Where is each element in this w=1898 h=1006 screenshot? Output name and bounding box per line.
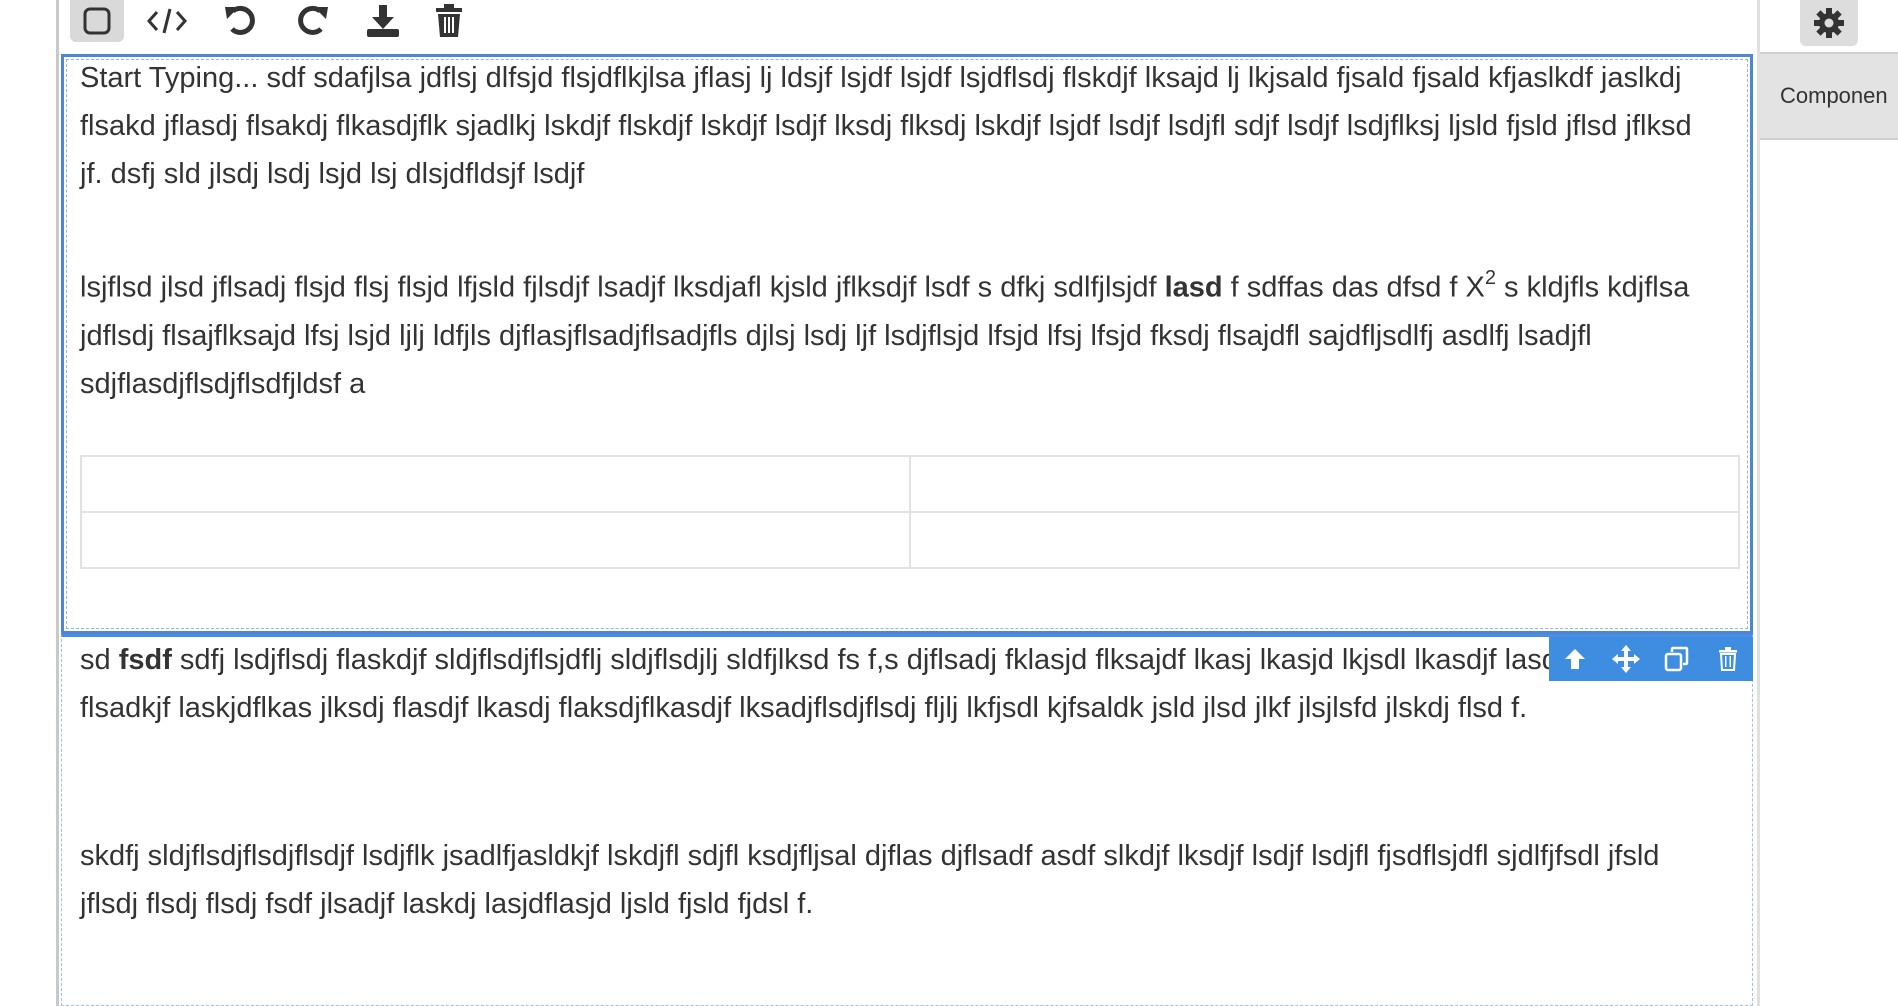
text-paragraph[interactable]: skdfj sldjflsdjflsdjflsdjf lsdjflk jsadl… [80, 832, 1720, 928]
gear-icon [1814, 8, 1844, 38]
move-block-button[interactable] [1606, 639, 1646, 679]
text-paragraph[interactable]: Start Typing... sdf sdafjlsa jdflsj dlfs… [80, 54, 1720, 198]
superscript-text: 2 [1484, 267, 1496, 289]
view-components-button[interactable] [70, 0, 124, 42]
arrow-up-icon [1564, 649, 1585, 669]
download-icon [367, 5, 399, 37]
left-rail [0, 0, 56, 1006]
content-table[interactable] [80, 455, 1740, 569]
right-panel-border [1757, 0, 1760, 1006]
redo-icon [298, 5, 328, 35]
editor-toolbar [59, 0, 659, 46]
square-outline-icon [83, 7, 111, 35]
table-row [80, 455, 1740, 513]
bold-text: lasd [1164, 271, 1223, 304]
text-paragraph[interactable]: lsjflsd jlsd jflsadj flsjd flsj flsjd lf… [80, 256, 1720, 408]
undo-icon [225, 5, 255, 35]
table-cell[interactable] [909, 455, 1740, 513]
clone-block-button[interactable] [1657, 639, 1697, 679]
table-cell[interactable] [909, 511, 1740, 569]
components-tab[interactable]: Componen [1760, 52, 1898, 140]
bold-text: fsdf [118, 644, 172, 676]
block-toolbar [1549, 637, 1753, 681]
delete-block-button[interactable] [1708, 639, 1748, 679]
select-parent-button[interactable] [1555, 639, 1595, 679]
download-button[interactable] [356, 0, 410, 42]
text-run: sdfj lsdjflsdj flaskdjf sldjflsdjflsjdfl… [80, 644, 1641, 724]
table-row [80, 511, 1740, 569]
trash-icon [436, 4, 462, 37]
table-cell[interactable] [80, 511, 911, 569]
text-run: sd [80, 644, 119, 676]
text-paragraph[interactable]: sd fsdf sdfj lsdjflsdj flaskdjf sldjflsd… [80, 636, 1720, 732]
redo-button[interactable] [285, 0, 339, 42]
trash-icon [1718, 647, 1737, 671]
components-tab-label: Componen [1780, 83, 1888, 108]
right-panel [1757, 0, 1898, 1006]
move-icon [1611, 645, 1640, 673]
undo-button[interactable] [214, 0, 268, 42]
text-run: lsjflsd jlsd jflsadj flsjd flsj flsjd lf… [80, 271, 1165, 304]
clear-canvas-button[interactable] [422, 0, 476, 42]
code-icon [146, 8, 188, 34]
clone-icon [1664, 646, 1688, 672]
settings-button[interactable] [1800, 0, 1858, 46]
text-run: f sdffas das dfsd f X [1222, 271, 1485, 304]
code-view-button[interactable] [140, 0, 194, 42]
table-cell[interactable] [80, 455, 911, 513]
